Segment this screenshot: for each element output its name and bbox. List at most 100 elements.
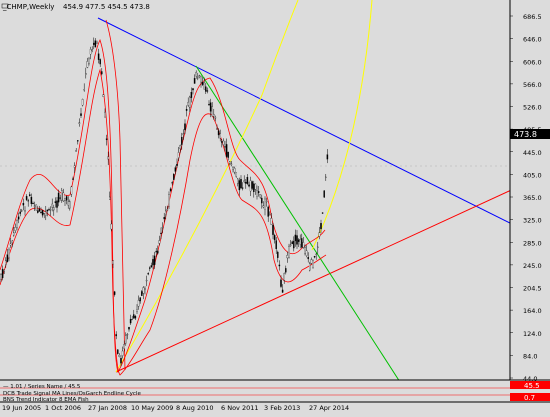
candle-body (200, 76, 202, 83)
candle-body (225, 144, 228, 157)
candle-body (240, 179, 242, 189)
candle-body (144, 288, 146, 290)
candle-body (177, 152, 180, 158)
candle-body (211, 106, 213, 117)
candle-body (3, 269, 5, 272)
price-scale-panel[interactable] (510, 0, 550, 380)
candle-body (264, 198, 266, 210)
candle-body (216, 128, 218, 130)
candle-body (294, 234, 297, 242)
candle-body (56, 200, 58, 208)
candle-body (160, 232, 162, 234)
candle-body (165, 210, 167, 215)
candle-body (173, 174, 175, 180)
candle-body (224, 146, 226, 148)
candle-body (78, 122, 81, 124)
candle-body (233, 167, 236, 173)
candle-body (171, 182, 173, 184)
candle-body (96, 41, 98, 44)
candle-body (43, 212, 45, 215)
candle-body (201, 82, 204, 85)
candle-body (323, 190, 325, 198)
candle-body (158, 240, 161, 244)
candle-body (35, 204, 37, 211)
candle-body (30, 196, 33, 204)
candle-body (283, 273, 285, 281)
indicator-value-1: 45.5 (524, 382, 540, 390)
candle-body (205, 86, 207, 92)
current-price-label: 473.8 (514, 130, 537, 139)
candle-body (277, 251, 279, 258)
candle-body (17, 216, 20, 220)
candle-body (208, 104, 210, 106)
candle-body (185, 109, 188, 111)
candle-body (134, 316, 137, 319)
candle-body (265, 200, 268, 203)
time-axis-label: 8 Aug 2010 (176, 404, 214, 412)
candle-body (109, 196, 111, 200)
candle-body (257, 191, 260, 194)
candle-body (11, 240, 13, 243)
candle-body (235, 172, 237, 177)
candle-body (182, 133, 185, 135)
candle-body (179, 145, 181, 150)
candle-body (285, 268, 287, 273)
plot-area[interactable] (0, 0, 510, 380)
time-axis-label: 10 May 2009 (131, 404, 173, 412)
chart-window[interactable]: 686.5646.0606.0566.0526.0485.5445.0405.0… (0, 0, 550, 413)
candle-body (288, 246, 290, 258)
candle-body (69, 201, 71, 209)
candle-body (261, 197, 263, 204)
candle-body (67, 201, 69, 206)
candle-body (141, 291, 143, 296)
candle-body (128, 327, 130, 330)
candle-body (174, 167, 177, 172)
candle-body (166, 209, 169, 211)
candle-body (241, 187, 244, 189)
candle-body (281, 289, 284, 293)
candle-body (286, 255, 289, 259)
candle-body (137, 300, 140, 307)
candle-body (25, 196, 28, 200)
candle-body (238, 180, 241, 191)
candle-body (1, 268, 4, 279)
candle-body (110, 223, 113, 230)
candle-body (189, 96, 191, 108)
candle-body (254, 183, 257, 190)
candle-body (310, 259, 313, 264)
indicator-legend-1: — 1.01 / Series Name / 45.5 (3, 384, 81, 390)
candle-body (206, 90, 209, 92)
candle-body (229, 161, 231, 164)
candle-body (301, 238, 303, 248)
candle-body (198, 75, 201, 77)
candle-body (80, 113, 82, 116)
candle-body (313, 256, 316, 258)
price-axis-label: 526.0 (523, 104, 542, 112)
candle-body (147, 273, 149, 275)
candle-body (325, 176, 327, 178)
candle-body (83, 88, 85, 91)
candle-body (9, 243, 12, 246)
candle-body (253, 183, 255, 193)
price-axis-label: 204.5 (523, 285, 542, 293)
candle-body (41, 210, 44, 216)
time-axis-label: 6 Nov 2011 (221, 404, 259, 412)
price-chart-canvas[interactable]: 686.5646.0606.0566.0526.0485.5445.0405.0… (0, 0, 550, 413)
price-axis-label: 365.0 (523, 194, 542, 202)
candle-body (197, 77, 199, 79)
candle-body (272, 224, 274, 235)
candle-body (169, 188, 172, 192)
price-axis-label: 445.0 (523, 149, 542, 157)
candle-body (291, 241, 293, 245)
candle-body (142, 287, 145, 294)
candle-body (102, 94, 105, 97)
indicator-title: BNS Trend Indicator 8 EMA Fish (3, 397, 89, 403)
candle-body (270, 218, 273, 225)
candle-body (27, 200, 29, 202)
candle-body (269, 214, 271, 216)
candle-body (24, 210, 26, 212)
candle-body (99, 59, 101, 65)
candle-body (293, 241, 295, 249)
candle-body (125, 335, 127, 344)
candle-body (65, 196, 68, 201)
